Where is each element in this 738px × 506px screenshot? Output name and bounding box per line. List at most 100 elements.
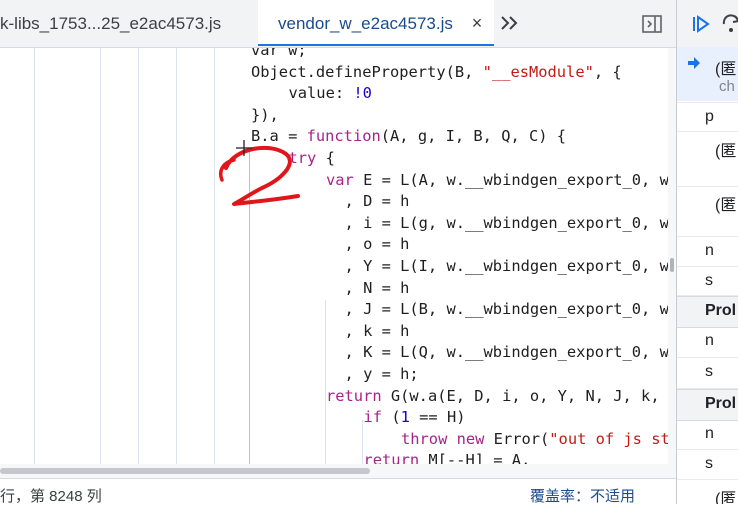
- scope-row[interactable]: s: [677, 358, 738, 389]
- code-token: E = L(A, w.__wbindgen_export_0, w: [353, 170, 668, 189]
- tab-label: k-libs_1753...25_e2ac4573.js: [0, 14, 222, 33]
- code-token: G(w.a(E, D, i, o, Y, N, J, k,: [381, 386, 668, 405]
- code-token: , D = h: [326, 192, 410, 211]
- scope-row-label: (匿: [715, 61, 737, 78]
- indent-guide: [34, 48, 35, 464]
- code-line[interactable]: return M[--H] = A,: [364, 449, 531, 464]
- scope-row[interactable]: (匿 ch: [677, 50, 738, 103]
- debugger-toolbar: [677, 0, 738, 48]
- tab-k-libs[interactable]: k-libs_1753...25_e2ac4573.js: [0, 0, 248, 47]
- scope-row-label: n: [705, 332, 714, 349]
- scope-row-sublabel: ch: [719, 78, 735, 95]
- indent-guide: [100, 48, 101, 464]
- scope-row[interactable]: (匿: [677, 480, 738, 504]
- crosshair-cursor-icon: [236, 140, 252, 156]
- debugger-side-panel: (匿 ch p (匿 (匿 n s Prol n s Prol n s (匿: [677, 0, 738, 504]
- code-line[interactable]: throw new Error("out of js st: [401, 428, 668, 450]
- scope-row-label: Prol: [705, 395, 737, 412]
- code-token: var: [326, 170, 354, 189]
- code-line[interactable]: try {: [289, 147, 335, 169]
- code-line[interactable]: , o = h: [326, 233, 410, 255]
- scope-row-label: n: [705, 242, 714, 259]
- code-token: , Y = L(I, w.__wbindgen_export_0, w: [326, 257, 668, 275]
- scope-row[interactable]: n: [677, 327, 738, 358]
- code-line[interactable]: , i = L(g, w.__wbindgen_export_0, w: [326, 212, 668, 234]
- indent-guide: [249, 148, 250, 464]
- scope-row-label: Prol: [705, 302, 737, 319]
- vertical-scrollbar[interactable]: [668, 48, 676, 464]
- scope-section-header[interactable]: Prol: [677, 389, 738, 421]
- scope-row[interactable]: n: [677, 237, 738, 267]
- vertical-scroll-thumb[interactable]: [670, 258, 674, 272]
- close-tab-icon[interactable]: ×: [466, 10, 488, 36]
- code-token: , y = h;: [326, 365, 419, 383]
- code-token: throw new: [401, 429, 485, 448]
- code-token: }),: [251, 105, 279, 124]
- code-token: value:: [288, 84, 354, 103]
- editor-tab-bar: k-libs_1753...25_e2ac4573.js vendor_w_e2…: [0, 0, 676, 48]
- indent-guide: [176, 48, 177, 464]
- scope-row-label: p: [705, 108, 714, 125]
- code-line[interactable]: , N = h: [326, 277, 410, 299]
- toggle-debugger-pane-icon[interactable]: [640, 12, 664, 36]
- code-token: (A, g, I, B, Q, C) {: [380, 127, 567, 146]
- scope-row-label: s: [705, 455, 713, 472]
- indent-guide: [138, 48, 139, 464]
- code-token: == H): [409, 408, 466, 427]
- scope-row-label: s: [705, 272, 713, 289]
- scope-row-label: (匿: [715, 143, 737, 160]
- code-token: , J = L(B, w.__wbindgen_export_0, w: [326, 300, 668, 319]
- code-token: (: [382, 408, 401, 427]
- code-token: !0: [353, 84, 372, 103]
- code-line[interactable]: , k = h: [326, 320, 410, 342]
- scope-row[interactable]: (匿: [677, 186, 738, 237]
- code-editor[interactable]: var w; Object.defineProperty(B, "__esModu…: [0, 48, 668, 464]
- scope-row-label: (匿: [715, 197, 737, 214]
- indent-guide: [214, 48, 215, 464]
- scope-section-header[interactable]: Prol: [677, 296, 738, 328]
- code-line[interactable]: var w;: [251, 48, 307, 61]
- code-line[interactable]: if (1 == H): [364, 406, 466, 428]
- scope-row[interactable]: s: [677, 450, 738, 480]
- code-token: M[--H] = A,: [419, 451, 531, 464]
- scope-row-label: n: [705, 425, 714, 442]
- tab-label: vendor_w_e2ac4573.js: [278, 14, 453, 33]
- scope-row[interactable]: p: [677, 103, 738, 132]
- coverage-status[interactable]: 覆盖率：不适用: [530, 485, 635, 506]
- code-token: , K = L(Q, w.__wbindgen_export_0, w: [326, 343, 668, 362]
- code-token: B.a =: [251, 127, 307, 146]
- code-token: function: [306, 127, 381, 146]
- current-frame-arrow-icon: [688, 57, 700, 69]
- code-line[interactable]: return G(w.a(E, D, i, o, Y, N, J, k,: [326, 385, 668, 407]
- tab-vendor[interactable]: vendor_w_e2ac4573.js: [258, 0, 494, 46]
- code-line[interactable]: value: !0: [289, 82, 372, 104]
- code-token: if: [363, 408, 383, 427]
- code-token: 1: [400, 408, 410, 427]
- code-token: return: [326, 386, 382, 405]
- scope-row[interactable]: n: [677, 420, 738, 450]
- code-line[interactable]: , J = L(B, w.__wbindgen_export_0, w: [326, 298, 668, 320]
- code-token: "__esModule": [482, 62, 594, 81]
- resume-icon[interactable]: [691, 14, 711, 34]
- code-line[interactable]: , K = L(Q, w.__wbindgen_export_0, w: [326, 341, 668, 363]
- code-token: Error(: [484, 429, 550, 448]
- code-token: , o = h: [326, 235, 410, 254]
- code-line[interactable]: var E = L(A, w.__wbindgen_export_0, w: [326, 169, 668, 191]
- scope-row[interactable]: (匿: [677, 132, 738, 187]
- scope-row-label: (匿: [715, 491, 737, 504]
- code-line[interactable]: B.a = function(A, g, I, B, Q, C) {: [251, 125, 566, 147]
- code-line[interactable]: , Y = L(I, w.__wbindgen_export_0, w: [326, 255, 668, 277]
- code-token: {: [316, 149, 335, 167]
- step-over-icon[interactable]: [721, 12, 738, 34]
- more-tabs-icon[interactable]: [497, 9, 523, 37]
- code-line[interactable]: , D = h: [326, 190, 410, 212]
- code-token: , {: [593, 62, 622, 81]
- code-token: , N = h: [326, 278, 410, 297]
- code-line[interactable]: , y = h;: [326, 363, 419, 385]
- code-line[interactable]: }),: [251, 104, 279, 126]
- code-token: , k = h: [326, 321, 410, 340]
- code-line[interactable]: Object.defineProperty(B, "__esModule", {: [251, 61, 622, 83]
- horizontal-scroll-thumb[interactable]: [0, 468, 370, 474]
- code-token: "out of js st: [549, 429, 668, 448]
- scope-row[interactable]: s: [677, 267, 738, 296]
